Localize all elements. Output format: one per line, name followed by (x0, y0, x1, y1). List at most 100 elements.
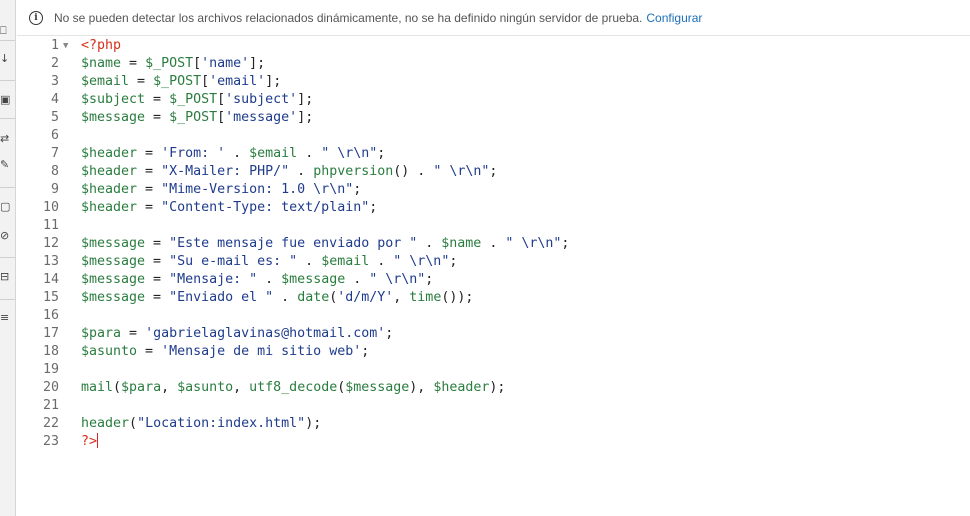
configure-link[interactable]: Configurar (646, 11, 702, 25)
code-line[interactable]: 17 $para = 'gabrielaglavinas@hotmail.com'… (17, 325, 970, 343)
code-line[interactable]: 3 $email = $_POST['email']; (17, 73, 970, 91)
line-number: 20 (42, 380, 59, 395)
code-token: ; (353, 182, 362, 197)
code-token: . (417, 236, 442, 251)
code-token: = (145, 110, 170, 125)
tool-code-icon[interactable]: ▣ (0, 93, 14, 107)
code-token: " \r\n" (433, 164, 490, 179)
code-line[interactable]: 16 (17, 307, 970, 325)
tool-file-icon[interactable]: ⎕ (0, 24, 14, 38)
code-token: $asunto (177, 380, 234, 395)
code-area[interactable]: 1 ▼ <?php 2 $name = $_POST['name']; 3 $email =… (17, 36, 970, 516)
code-token: ?> (81, 434, 98, 449)
code-token: [ (217, 92, 226, 107)
code-line[interactable]: 11 (17, 217, 970, 235)
line-number: 19 (42, 362, 59, 377)
code-token: [ (201, 74, 210, 89)
code-line[interactable]: 13 $message = "Su e-mail es: " . $email .… (17, 253, 970, 271)
code-token: . (225, 146, 250, 161)
toolbar-separator (0, 257, 15, 258)
tool-download-icon[interactable]: ↓ (0, 52, 14, 66)
code-token: = (121, 326, 146, 341)
code-token: . (273, 290, 298, 305)
code-token: ]; (249, 56, 266, 71)
code-token: ]; (297, 110, 314, 125)
toolbar-separator (0, 118, 15, 119)
code-token: "Content-Type: text/plain" (161, 200, 370, 215)
tool-box-icon[interactable]: ▢ (0, 200, 14, 214)
line-number: 7 (50, 146, 59, 161)
code-token: = (145, 254, 170, 269)
code-token: $header (81, 146, 138, 161)
code-token: ( (113, 380, 122, 395)
code-token: time (409, 290, 442, 305)
code-line[interactable]: 15 $message = "Enviado el " . date('d/m/Y… (17, 289, 970, 307)
toolbar-separator (0, 299, 15, 300)
code-token: "Mime-Version: 1.0 \r\n" (161, 182, 354, 197)
code-token: $subject (81, 92, 146, 107)
code-token: . (257, 272, 282, 287)
line-number: 1 (50, 38, 59, 53)
tool-transform-icon[interactable]: ⇄ (0, 132, 14, 146)
code-token: $message (81, 236, 146, 251)
code-token: [ (217, 110, 226, 125)
code-token: $name (81, 56, 122, 71)
line-number: 21 (42, 398, 59, 413)
fold-toggle-icon[interactable]: ▼ (63, 37, 73, 55)
code-token: $email (321, 254, 370, 269)
line-number: 10 (42, 200, 59, 215)
line-number: 22 (42, 416, 59, 431)
code-token: = (137, 182, 162, 197)
code-token: ( (129, 416, 138, 431)
code-token: ; (489, 164, 498, 179)
toolbar-separator (0, 40, 15, 41)
code-token: "Location:index.html" (137, 416, 306, 431)
line-number: 4 (50, 92, 59, 107)
code-line[interactable]: 6 (17, 127, 970, 145)
code-line[interactable]: 19 (17, 361, 970, 379)
code-text: $asunto = 'Mensaje de mi sitio web'; (81, 343, 369, 361)
code-line[interactable]: 9 $header = "Mime-Version: 1.0 \r\n"; (17, 181, 970, 199)
code-line[interactable]: 22 header("Location:index.html"); (17, 415, 970, 433)
code-line[interactable]: 4 $subject = $_POST['subject']; (17, 91, 970, 109)
code-token: "Su e-mail es: " (169, 254, 298, 269)
code-token: 'name' (201, 56, 250, 71)
code-line[interactable]: 10 $header = "Content-Type: text/plain"; (17, 199, 970, 217)
code-token: " \r\n" (393, 254, 450, 269)
tool-tree-icon[interactable]: ⊟ (0, 270, 14, 284)
code-line[interactable]: 20 mail($para, $asunto, utf8_decode($mess… (17, 379, 970, 397)
code-line[interactable]: 2 $name = $_POST['name']; (17, 55, 970, 73)
code-token: 'Mensaje de mi sitio web' (161, 344, 362, 359)
code-token: = (121, 56, 146, 71)
code-text: $subject = $_POST['subject']; (81, 91, 313, 109)
code-line[interactable]: 14 $message = "Mensaje: " . $message . " … (17, 271, 970, 289)
code-token: "Este mensaje fue enviado por " (169, 236, 418, 251)
code-token: ); (305, 416, 322, 431)
line-number: 3 (50, 74, 59, 89)
info-message-text: No se pueden detectar los archivos relac… (54, 11, 643, 25)
tool-brush-icon[interactable]: ✎ (0, 158, 14, 172)
code-line[interactable]: 12 $message = "Este mensaje fue enviado p… (17, 235, 970, 253)
code-token: "Enviado el " (169, 290, 274, 305)
code-line[interactable]: 21 (17, 397, 970, 415)
code-line[interactable]: 5 $message = $_POST['message']; (17, 109, 970, 127)
code-line[interactable]: 1 ▼ <?php (17, 37, 970, 55)
code-token: 'gabrielaglavinas@hotmail.com' (145, 326, 386, 341)
line-number: 17 (42, 326, 59, 341)
code-text: $message = $_POST['message']; (81, 109, 313, 127)
code-text: $para = 'gabrielaglavinas@hotmail.com'; (81, 325, 393, 343)
code-line[interactable]: 7 $header = 'From: ' . $email . " \r\n"; (17, 145, 970, 163)
code-token: $header (81, 200, 138, 215)
code-line[interactable]: 23 ?> (17, 433, 970, 451)
code-text: $message = "Este mensaje fue enviado por… (81, 235, 569, 253)
code-token: ]; (297, 92, 314, 107)
code-line[interactable]: 18 $asunto = 'Mensaje de mi sitio web'; (17, 343, 970, 361)
code-token: "X-Mailer: PHP/" (161, 164, 290, 179)
code-line[interactable]: 8 $header = "X-Mailer: PHP/" . phpversion… (17, 163, 970, 181)
tool-clear-icon[interactable]: ⊘ (0, 229, 14, 243)
code-token: $email (81, 74, 130, 89)
code-text: header("Location:index.html"); (81, 415, 321, 433)
code-text: <?php (81, 37, 121, 55)
toolbar-separator (0, 80, 15, 81)
tool-list-icon[interactable]: ≡ (0, 311, 14, 325)
